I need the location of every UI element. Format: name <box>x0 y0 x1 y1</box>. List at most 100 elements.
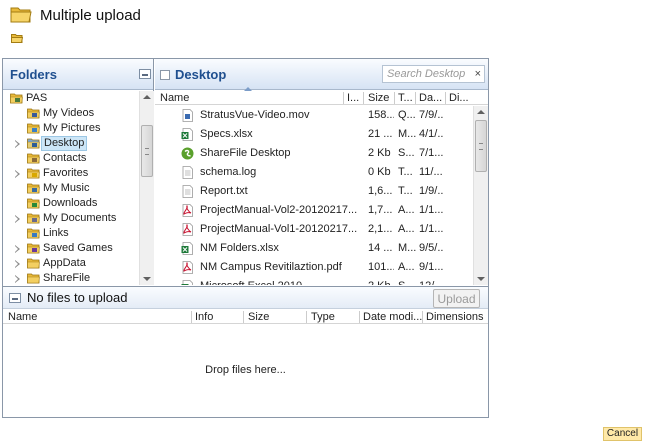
file-date: 12/... <box>419 280 443 285</box>
folders-pane: Folders PAS My Videos My Pictures Desktop Co… <box>3 59 154 285</box>
upload-queue: No files to upload Upload Name Info Size… <box>3 286 488 417</box>
tree-item-label: Contacts <box>43 152 87 164</box>
music-folder-icon <box>27 182 40 194</box>
file-name: NM Folders.xlsx <box>200 242 279 254</box>
tree-item[interactable]: My Music <box>3 181 138 196</box>
upload-header: No files to upload Upload <box>3 287 488 309</box>
file-date: 4/1/... <box>419 128 443 140</box>
file-type: A... <box>398 261 415 273</box>
tree-item[interactable]: AppData <box>3 256 138 271</box>
expand-arrow-icon[interactable] <box>15 275 20 283</box>
tree-item[interactable]: Favorites <box>3 166 138 181</box>
file-row[interactable]: Specs.xlsx 21 ... M...4/1/... <box>155 125 473 144</box>
tree-item[interactable]: Downloads <box>3 196 138 211</box>
file-date: 7/1... <box>419 147 443 159</box>
open-folder-icon[interactable] <box>11 33 23 43</box>
tree-item-label: AppData <box>43 257 86 269</box>
upload-status: No files to upload <box>27 290 128 305</box>
file-date: 11/... <box>419 166 443 178</box>
file-name: Specs.xlsx <box>200 128 253 140</box>
file-name: Report.txt <box>200 185 248 197</box>
downloads-folder-icon <box>27 197 40 209</box>
upload-column-dimensions[interactable]: Dimensions <box>426 311 483 323</box>
column-name[interactable]: Name <box>160 92 346 104</box>
file-row[interactable]: ShareFile Desktop 2 Kb S... 7/1... <box>155 144 473 163</box>
excel-file-icon <box>181 242 194 255</box>
file-date: 1/1... <box>419 223 443 235</box>
file-row[interactable]: NM Folders.xlsx 14 ... M...9/5/... <box>155 239 473 258</box>
column-type[interactable]: T... <box>398 92 414 104</box>
expand-arrow-icon[interactable] <box>15 260 20 268</box>
tree-item[interactable]: Desktop <box>3 136 138 151</box>
tree-item[interactable]: Saved Games <box>3 241 138 256</box>
tree-item[interactable]: Links <box>3 226 138 241</box>
minimize-icon[interactable] <box>139 69 151 79</box>
column-date[interactable]: Da... <box>419 92 443 104</box>
tree-item[interactable]: My Videos <box>3 106 138 121</box>
upload-columns-header: Name Info Size Type Date modi... Dimensi… <box>3 310 488 324</box>
file-row[interactable]: Report.txt 1,6... T... 1/9/... <box>155 182 473 201</box>
scroll-down-icon[interactable] <box>143 277 151 281</box>
scroll-thumb[interactable] <box>475 120 487 172</box>
file-row[interactable]: NM Campus Revitilaztion.pdf 101... A... 9/1… <box>155 258 473 277</box>
file-size: 2,1... <box>368 223 393 235</box>
file-row[interactable]: Microsoft Excel 2010 2 Kb S...12/... <box>155 277 473 285</box>
column-dimensions[interactable]: Di... <box>449 92 471 104</box>
search-input[interactable]: Search Desktop × <box>382 65 485 83</box>
file-type: S... <box>398 280 416 285</box>
pictures-folder-icon <box>27 122 40 134</box>
pdf-file-icon <box>181 261 194 274</box>
cancel-button[interactable]: Cancel <box>603 427 642 441</box>
file-date: 1/1... <box>419 204 443 216</box>
tree-item[interactable]: My Pictures <box>3 121 138 136</box>
upload-column-date[interactable]: Date modi... <box>363 311 422 323</box>
expand-arrow-icon[interactable] <box>15 245 20 253</box>
folders-scrollbar[interactable] <box>139 91 154 285</box>
tree-item[interactable]: My Documents <box>3 211 138 226</box>
file-type: S... <box>398 147 415 159</box>
minimize-icon[interactable] <box>9 293 21 303</box>
column-size[interactable]: Size <box>368 92 392 104</box>
column-info[interactable]: I... <box>347 92 361 104</box>
clear-search-icon[interactable]: × <box>475 68 481 80</box>
expand-arrow-icon[interactable] <box>15 215 20 223</box>
folder-icon <box>10 7 32 23</box>
file-date: 7/9/... <box>419 109 443 121</box>
tree-item-label: My Documents <box>43 212 117 224</box>
file-row[interactable]: ProjectManual-Vol1-20120217... 2,1... A...… <box>155 220 473 239</box>
links-folder-icon <box>27 227 40 239</box>
file-type: T... <box>398 185 413 197</box>
folders-title: Folders <box>10 67 57 82</box>
file-size: 2 Kb <box>368 147 391 159</box>
documents-folder-icon <box>27 212 40 224</box>
expand-arrow-icon[interactable] <box>15 170 20 178</box>
file-row[interactable]: schema.log 0 Kb T... 11/... <box>155 163 473 182</box>
files-header: Desktop Search Desktop × <box>155 59 488 91</box>
expand-arrow-icon[interactable] <box>15 140 20 148</box>
scroll-up-icon[interactable] <box>143 95 151 99</box>
select-all-checkbox[interactable] <box>160 70 170 80</box>
folder-icon <box>27 272 40 284</box>
scroll-up-icon[interactable] <box>477 110 485 114</box>
upload-column-size[interactable]: Size <box>248 311 269 323</box>
tree-item-label: My Videos <box>43 107 95 119</box>
file-columns-header: Name I... Size T... Da... Di... <box>155 91 488 105</box>
upload-column-type[interactable]: Type <box>311 311 335 323</box>
contacts-folder-icon <box>27 152 40 164</box>
upload-column-name[interactable]: Name <box>8 311 37 323</box>
upload-button[interactable]: Upload <box>433 289 480 308</box>
file-row[interactable]: StratusVue-Video.mov 158... Q...7/9/... <box>155 106 473 125</box>
drop-zone-hint[interactable]: Drop files here... <box>3 364 488 376</box>
current-folder-title: Desktop <box>175 67 227 82</box>
scroll-down-icon[interactable] <box>477 277 485 281</box>
file-name: ProjectManual-Vol2-20120217... <box>200 204 358 216</box>
tree-item[interactable]: ShareFile <box>3 271 138 285</box>
tree-item[interactable]: Contacts <box>3 151 138 166</box>
files-scrollbar[interactable] <box>473 106 488 285</box>
files-pane: Desktop Search Desktop × Name I... Size … <box>155 59 488 285</box>
tree-item[interactable]: PAS <box>3 91 138 106</box>
file-row[interactable]: ProjectManual-Vol2-20120217... 1,7... A...… <box>155 201 473 220</box>
scroll-thumb[interactable] <box>141 125 153 177</box>
upload-column-info[interactable]: Info <box>195 311 213 323</box>
tree-item-label: ShareFile <box>43 272 91 284</box>
